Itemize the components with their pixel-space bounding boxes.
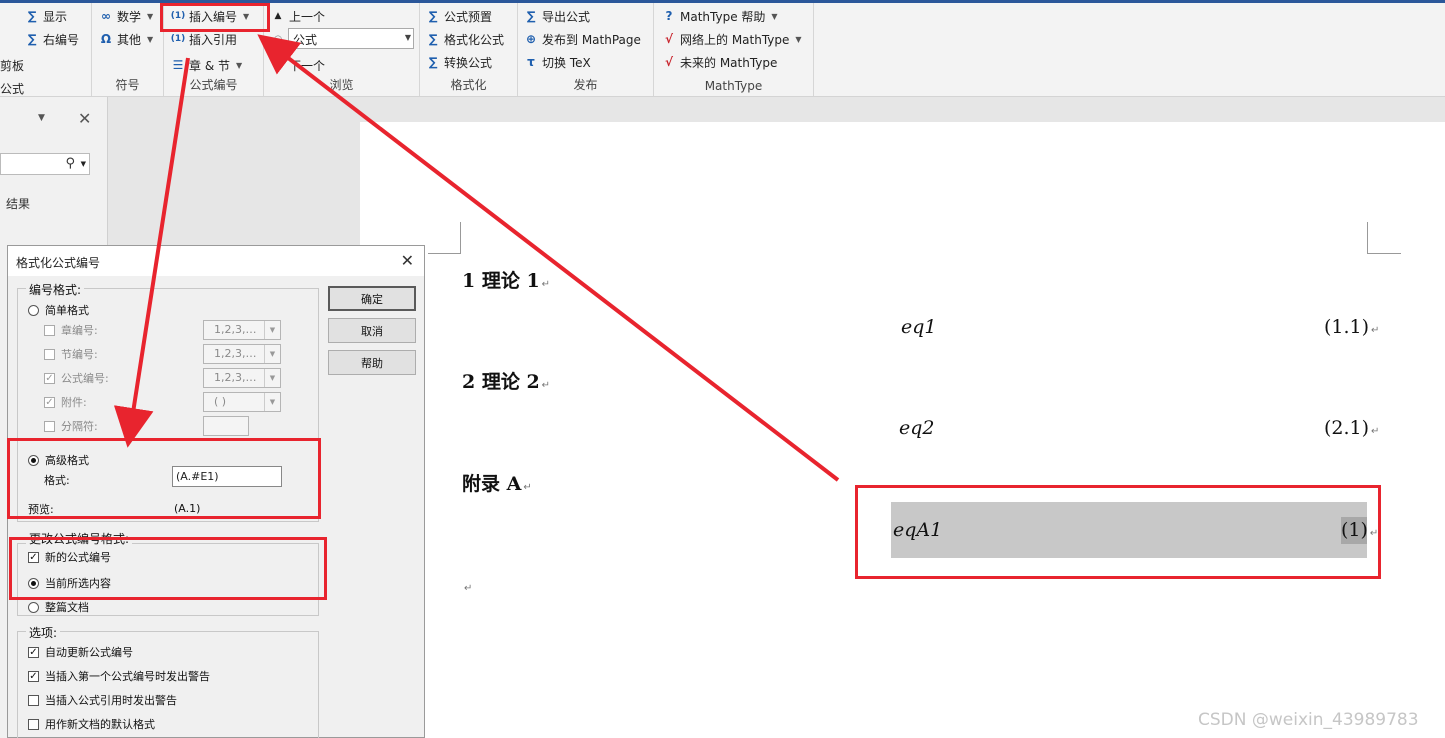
annotation-arrows <box>113 34 840 482</box>
arrow-equation-to-ribbon <box>257 34 840 482</box>
arrow-ribbon-to-dialog <box>113 57 190 448</box>
